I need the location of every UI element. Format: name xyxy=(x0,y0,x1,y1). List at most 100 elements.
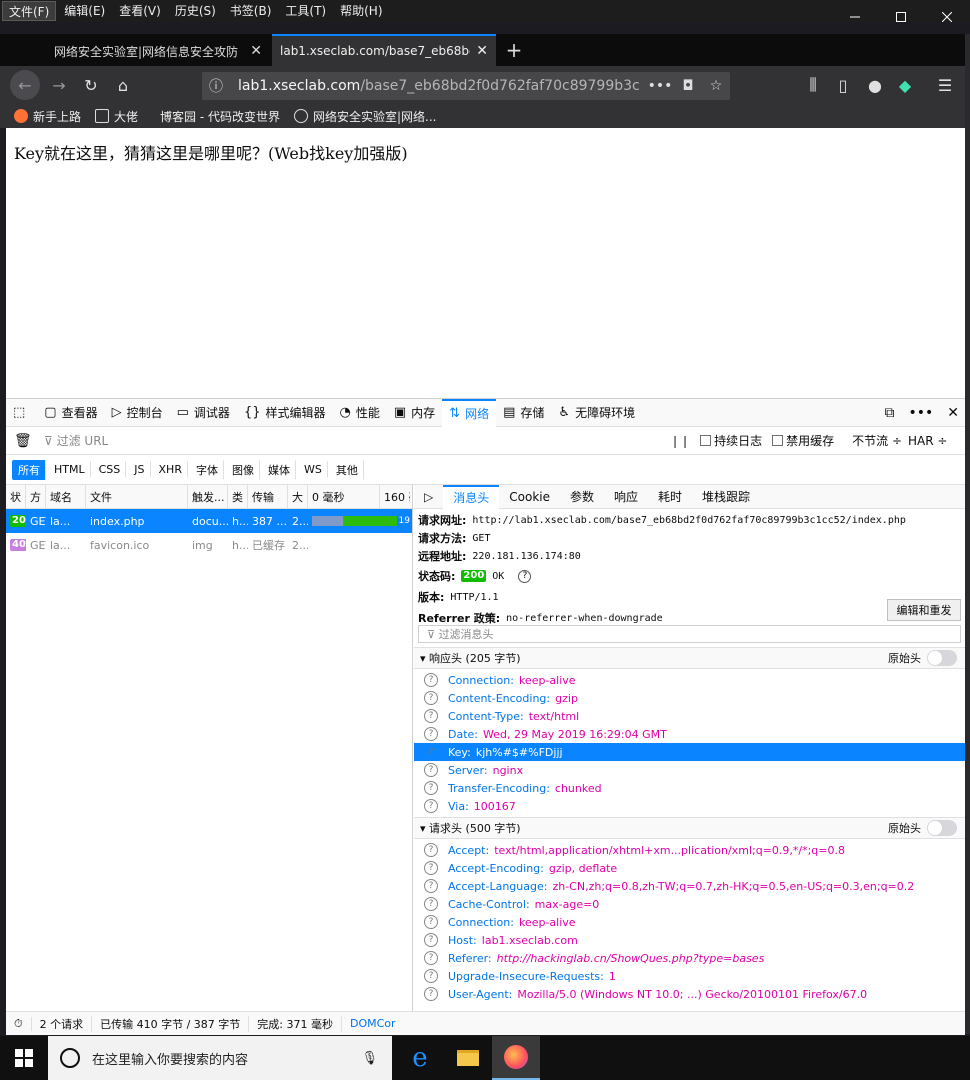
header-row[interactable]: ? Connection: keep-alive xyxy=(414,913,965,931)
type-images[interactable]: 图像 xyxy=(226,459,260,480)
tab-params[interactable]: 参数 xyxy=(560,485,604,509)
tab-memory[interactable]: ▣ 内存 xyxy=(387,399,442,427)
pocket-icon[interactable]: ◘ xyxy=(674,78,702,94)
help-icon[interactable]: ? xyxy=(424,969,438,983)
toggle-panel-icon[interactable]: ▷ xyxy=(414,485,443,509)
sidebar-button[interactable]: ▯ xyxy=(828,70,858,100)
more-icon[interactable]: ••• xyxy=(908,405,933,421)
col-cause[interactable]: 触发... xyxy=(188,485,228,508)
tab-accessibility[interactable]: ♿ 无障碍环境 xyxy=(551,399,642,427)
menu-edit[interactable]: 编辑(E) xyxy=(58,1,111,21)
tab-headers[interactable]: 消息头 xyxy=(443,485,500,509)
maximize-button[interactable] xyxy=(878,0,924,34)
url-bar[interactable]: ⓘ lab1.xseclab.com/base7_eb68bd2f0d762fa… xyxy=(202,72,730,100)
help-icon[interactable]: ? xyxy=(424,781,438,795)
header-row[interactable]: ? Via: 100167 xyxy=(414,797,965,815)
start-button[interactable] xyxy=(0,1036,48,1080)
help-icon[interactable]: ? xyxy=(424,727,438,741)
har-menu[interactable]: HAR ÷ xyxy=(908,434,947,448)
pause-icon[interactable]: ❘❘ xyxy=(670,434,690,448)
tab-timings[interactable]: 耗时 xyxy=(648,485,692,509)
header-row[interactable]: ? Date: Wed, 29 May 2019 16:29:04 GMT xyxy=(414,725,965,743)
page-actions-icon[interactable]: ••• xyxy=(646,78,674,94)
col-status[interactable]: 状 xyxy=(6,485,26,508)
type-ws[interactable]: WS xyxy=(298,461,328,478)
firefox-app[interactable] xyxy=(492,1036,540,1080)
menu-help[interactable]: 帮助(H) xyxy=(334,1,388,21)
close-devtools-icon[interactable]: ✕ xyxy=(947,405,959,421)
extension-button[interactable]: ◆ xyxy=(890,70,920,100)
tab-inspector[interactable]: ▢ 查看器 xyxy=(37,399,104,427)
help-icon[interactable]: ? xyxy=(424,745,438,759)
reload-button[interactable]: ↻ xyxy=(76,70,106,100)
help-icon[interactable]: ? xyxy=(424,709,438,723)
request-headers-section[interactable]: ▾ 请求头 (500 字节) 原始头 xyxy=(414,817,965,839)
tab-stack-trace[interactable]: 堆栈跟踪 xyxy=(692,485,760,509)
account-button[interactable]: ● xyxy=(860,70,890,100)
tab-cookie[interactable]: Cookie xyxy=(499,485,560,509)
header-row[interactable]: ? Server: nginx xyxy=(414,761,965,779)
bookmark-cnblogs[interactable]: 博客园 - 代码改变世界 xyxy=(160,108,280,125)
close-window-button[interactable] xyxy=(924,0,970,34)
header-row[interactable]: ? Accept-Language: zh-CN,zh;q=0.8,zh-TW;q=… xyxy=(414,877,965,895)
header-row[interactable]: ? Referer: http://hackinglab.cn/ShowQues.p… xyxy=(414,949,965,967)
trash-icon[interactable]: 🗑 xyxy=(14,433,32,449)
menu-tools[interactable]: 工具(T) xyxy=(279,1,332,21)
stopwatch-icon[interactable]: ⏱ xyxy=(6,1016,32,1031)
type-xhr[interactable]: XHR xyxy=(153,461,188,478)
filter-url-input[interactable]: ⊽ 过滤 URL xyxy=(44,432,664,449)
type-fonts[interactable]: 字体 xyxy=(190,459,224,480)
help-icon[interactable]: ? xyxy=(424,879,438,893)
edit-resend-button[interactable]: 编辑和重发 xyxy=(887,599,961,621)
header-row[interactable]: ? User-Agent: Mozilla/5.0 (Windows NT 10.0… xyxy=(414,985,965,1003)
help-icon[interactable]: ? xyxy=(424,763,438,777)
raw-headers-toggle[interactable] xyxy=(927,820,957,836)
type-js[interactable]: JS xyxy=(128,461,151,478)
header-row[interactable]: ? Transfer-Encoding: chunked xyxy=(414,779,965,797)
col-file[interactable]: 文件 xyxy=(86,485,188,508)
response-headers-section[interactable]: ▾ 响应头 (205 字节) 原始头 xyxy=(414,647,965,669)
tab-console[interactable]: ▷ 控制台 xyxy=(105,399,170,427)
type-media[interactable]: 媒体 xyxy=(262,459,296,480)
type-html[interactable]: HTML xyxy=(48,461,91,478)
forward-button[interactable]: → xyxy=(44,70,74,100)
col-size[interactable]: 大 xyxy=(288,485,308,508)
edge-app[interactable]: e xyxy=(396,1036,444,1080)
help-icon[interactable]: ? xyxy=(424,673,438,687)
tab-base7[interactable]: lab1.xseclab.com/base7_eb68bd ✕ xyxy=(272,34,496,66)
help-icon[interactable]: ? xyxy=(424,861,438,875)
header-row[interactable]: ? Accept: text/html,application/xhtml+xm..… xyxy=(414,841,965,859)
tab-close-icon[interactable]: ✕ xyxy=(250,43,262,59)
disable-cache-checkbox[interactable]: 禁用缓存 xyxy=(772,432,834,449)
type-all[interactable]: 所有 xyxy=(12,459,46,480)
raw-headers-toggle[interactable] xyxy=(927,650,957,666)
tab-debugger[interactable]: ▭ 调试器 xyxy=(170,399,237,427)
bookmark-folder-dalao[interactable]: 大佬 xyxy=(95,108,138,125)
dock-icon[interactable]: ⧉ xyxy=(884,405,894,421)
bookmark-getting-started[interactable]: 新手上路 xyxy=(14,108,81,125)
minimize-button[interactable] xyxy=(832,0,878,34)
header-row[interactable]: ? Cache-Control: max-age=0 xyxy=(414,895,965,913)
col-transferred[interactable]: 传输 xyxy=(248,485,288,508)
col-domain[interactable]: 域名 xyxy=(46,485,86,508)
type-css[interactable]: CSS xyxy=(93,461,127,478)
col-waterfall[interactable]: 0 毫秒 xyxy=(308,485,380,508)
pick-element-button[interactable]: ⬚ xyxy=(6,399,37,427)
tab-close-icon[interactable]: ✕ xyxy=(476,43,488,59)
help-icon[interactable]: ? xyxy=(424,915,438,929)
header-row[interactable]: ? Content-Type: text/html xyxy=(414,707,965,725)
filter-headers-input[interactable]: ⊽ 过滤消息头 xyxy=(418,625,961,643)
library-button[interactable]: ⫼ xyxy=(798,70,828,100)
menu-history[interactable]: 历史(S) xyxy=(169,1,222,21)
header-row[interactable]: ? Host: lab1.xseclab.com xyxy=(414,931,965,949)
header-row[interactable]: ? Upgrade-Insecure-Requests: 1 xyxy=(414,967,965,985)
tab-performance[interactable]: ◔ 性能 xyxy=(333,399,387,427)
col-type[interactable]: 类 xyxy=(228,485,248,508)
help-icon[interactable]: ? xyxy=(424,897,438,911)
help-icon[interactable]: ? xyxy=(424,799,438,813)
tab-network[interactable]: ⇅ 网络 xyxy=(442,398,497,427)
tab-storage[interactable]: ▤ 存储 xyxy=(496,399,551,427)
home-button[interactable]: ⌂ xyxy=(108,70,138,100)
menu-view[interactable]: 查看(V) xyxy=(113,1,167,21)
col-method[interactable]: 方 xyxy=(26,485,46,508)
